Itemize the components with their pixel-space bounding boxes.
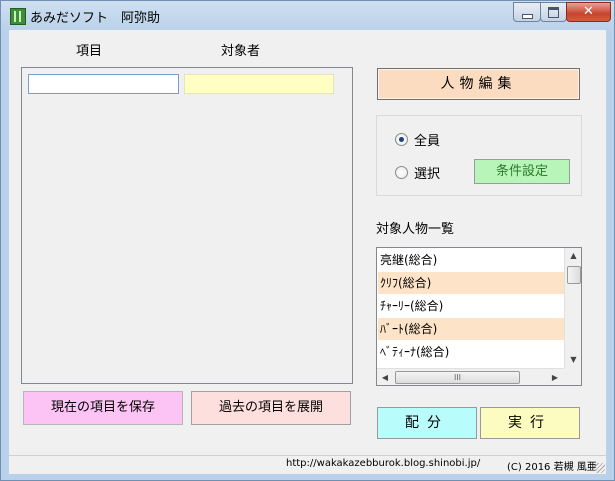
title-bar[interactable]: あみだソフト 阿弥助 ✕: [1, 1, 614, 29]
execute-button[interactable]: 実行: [480, 407, 580, 439]
scroll-down-icon[interactable]: ▼: [565, 352, 581, 368]
status-bar: http://wakakazebburok.blog.shinobi.jp/ (…: [9, 455, 606, 474]
person-listbox[interactable]: 亮継(総合) ｸﾘﾌ(総合) ﾁｬｰﾘｰ(総合) ﾊﾞｰﾄ(総合) ﾍﾞﾃｨｰﾅ…: [376, 247, 582, 386]
conditions-button[interactable]: 条件設定: [474, 159, 570, 184]
list-item[interactable]: ﾊﾞｰﾄ(総合): [378, 318, 564, 340]
vertical-scroll-thumb[interactable]: [567, 266, 581, 284]
edit-persons-button[interactable]: 人物編集: [377, 68, 580, 100]
person-input[interactable]: [184, 74, 334, 94]
list-item[interactable]: ﾍﾞﾃｨｰﾅ(総合): [378, 341, 564, 363]
app-icon: [10, 8, 26, 25]
person-list-title: 対象人物一覧: [376, 222, 455, 237]
app-window: あみだソフト 阿弥助 ✕ 項目 対象者 人物編集 全員 選択 条件設定 対象人物…: [0, 0, 615, 481]
scroll-left-icon[interactable]: ◀: [377, 369, 393, 385]
horizontal-scroll-thumb[interactable]: III: [395, 371, 520, 384]
minimize-button[interactable]: [513, 2, 541, 22]
radio-select[interactable]: [395, 166, 408, 179]
save-items-button[interactable]: 現在の項目を保存: [23, 391, 183, 425]
expand-items-button[interactable]: 過去の項目を展開: [191, 391, 351, 425]
vertical-scrollbar[interactable]: ▲ ▼: [564, 248, 581, 368]
maximize-button[interactable]: [540, 2, 567, 22]
item-column-header: 項目: [76, 44, 103, 59]
scroll-corner: [564, 368, 581, 385]
minimize-icon: [522, 14, 533, 19]
scroll-right-icon[interactable]: ▶: [547, 369, 563, 385]
status-url[interactable]: http://wakakazebburok.blog.shinobi.jp/: [286, 458, 480, 469]
maximize-icon: [548, 7, 559, 18]
item-input[interactable]: [28, 74, 179, 94]
scroll-up-icon[interactable]: ▲: [565, 248, 581, 264]
item-entry-panel: [21, 67, 353, 384]
close-button[interactable]: ✕: [566, 2, 611, 22]
status-copyright: (C) 2016 若槻 風亜: [507, 462, 597, 473]
list-item[interactable]: ﾁｬｰﾘｰ(総合): [378, 295, 564, 317]
window-title: あみだソフト 阿弥助: [30, 11, 161, 26]
close-icon: ✕: [583, 4, 594, 19]
distribute-button[interactable]: 配分: [377, 407, 477, 439]
resize-grip-icon[interactable]: [595, 463, 605, 473]
horizontal-scrollbar[interactable]: ◀ III ▶: [377, 368, 564, 385]
radio-select-label[interactable]: 選択: [414, 163, 440, 182]
radio-all-label[interactable]: 全員: [414, 130, 440, 149]
person-column-header: 対象者: [221, 44, 261, 59]
main-panel: 項目 対象者 人物編集 全員 選択 条件設定 対象人物一覧 亮継(総合) ｸﾘﾌ…: [9, 30, 606, 474]
radio-all[interactable]: [395, 133, 408, 146]
list-item[interactable]: 亮継(総合): [378, 249, 564, 271]
list-item[interactable]: ｸﾘﾌ(総合): [378, 272, 564, 294]
